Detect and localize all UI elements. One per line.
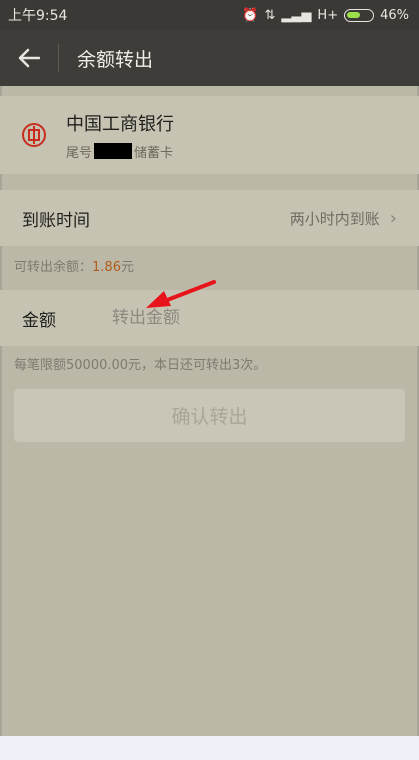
app-bar: 余额转出 — [0, 30, 419, 86]
card-tail-label: 尾号 — [66, 145, 93, 161]
bank-info: 中国工商银行 尾号 储蓄卡 — [66, 110, 174, 161]
amount-label: 金额 — [22, 310, 56, 331]
card-details: 尾号 储蓄卡 — [66, 142, 174, 161]
annotation-arrow-icon — [146, 280, 216, 308]
transfer-limit-note: 每笔限额50000.00元，本日还可转出3次。 — [14, 358, 267, 373]
icbc-logo-icon — [22, 123, 46, 147]
signal-icon: ▂▃▅ — [281, 7, 312, 23]
battery-percent: 46% — [380, 7, 409, 23]
chevron-right-icon: › — [389, 207, 397, 229]
back-arrow-icon — [18, 48, 40, 68]
back-button[interactable] — [0, 30, 58, 86]
battery-icon — [344, 8, 375, 22]
arrival-time-value: 两小时内到账 — [289, 209, 380, 228]
network-type: H+ — [317, 7, 339, 23]
status-time: 上午9:54 — [8, 8, 68, 24]
left-edge — [0, 86, 2, 736]
app-bar-divider — [58, 44, 59, 72]
redacted-card-number — [94, 143, 133, 159]
alarm-icon: ⏰ — [242, 7, 259, 23]
status-icons: ⏰ ⇅ ▂▃▅ H+ 46% — [242, 8, 409, 23]
arrival-time-value-group: 两小时内到账 › — [290, 208, 397, 229]
bottom-strip — [0, 736, 419, 760]
bank-card-row[interactable]: 中国工商银行 尾号 储蓄卡 — [0, 96, 419, 174]
bank-name: 中国工商银行 — [66, 113, 174, 135]
card-type: 储蓄卡 — [134, 145, 174, 161]
confirm-transfer-button[interactable]: 确认转出 — [14, 389, 405, 442]
available-balance-label: 可转出余额： — [14, 260, 93, 275]
available-balance-unit: 元 — [120, 260, 134, 275]
status-bar: 上午9:54 ⏰ ⇅ ▂▃▅ H+ 46% — [0, 0, 419, 30]
screen: 上午9:54 ⏰ ⇅ ▂▃▅ H+ 46% 余额转出 中国工商银行 尾号 储蓄卡… — [0, 0, 419, 760]
available-balance-amount: 1.86 — [92, 260, 121, 275]
available-balance: 可转出余额：1.86元 — [14, 256, 134, 275]
data-transfer-icon: ⇅ — [264, 7, 276, 23]
arrival-time-label: 到账时间 — [22, 210, 90, 231]
page-title: 余额转出 — [77, 48, 154, 71]
arrival-time-row[interactable]: 到账时间 两小时内到账 › — [0, 190, 419, 246]
